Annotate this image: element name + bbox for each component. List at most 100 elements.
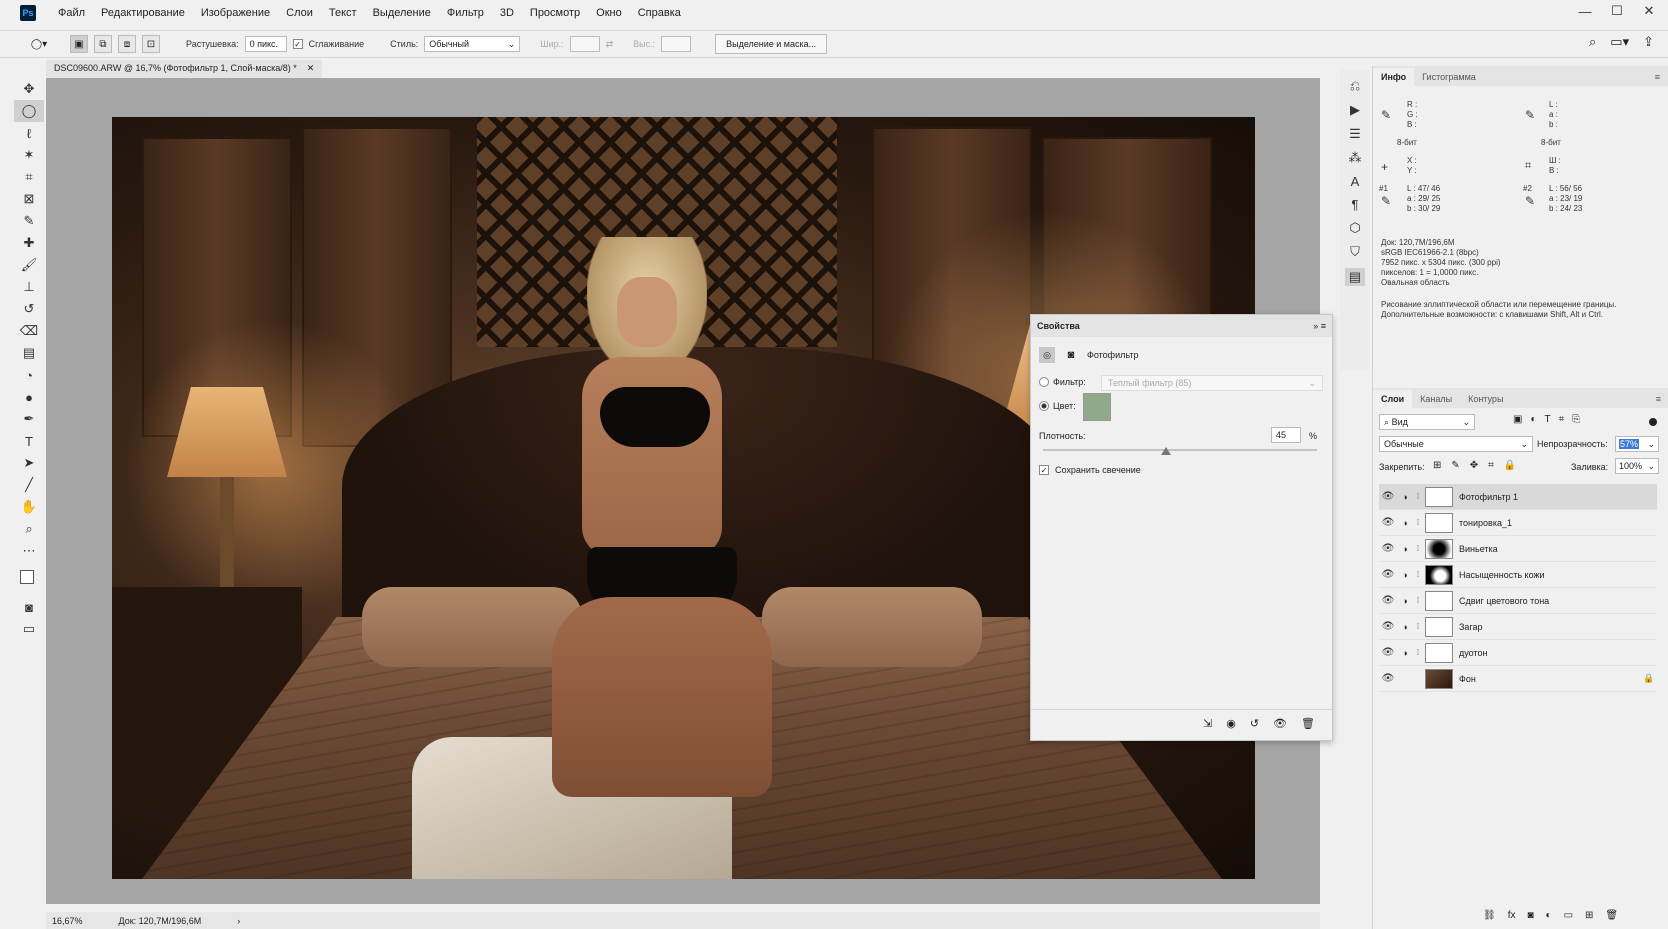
lock-position-icon[interactable]: ✥ — [1470, 460, 1478, 471]
lock-artboard-icon[interactable]: ⌗ — [1488, 460, 1494, 471]
photo-filter-icon[interactable]: ◎ — [1039, 347, 1055, 363]
menu-file[interactable]: Файл — [50, 0, 93, 26]
reset-icon[interactable]: ↺ — [1250, 717, 1259, 730]
healing-brush-tool-icon[interactable]: ✚ — [14, 232, 44, 254]
menu-help[interactable]: Справка — [630, 0, 689, 26]
gradient-tool-icon[interactable]: ▤ — [14, 342, 44, 364]
preserve-luminosity-checkbox[interactable]: ✓ — [1039, 465, 1049, 475]
panel-menu-icon[interactable]: ≡ — [1321, 321, 1326, 331]
maximize-icon[interactable]: ☐ — [1606, 3, 1628, 19]
properties-icon[interactable]: ▤ — [1344, 268, 1366, 286]
blur-tool-icon[interactable]: ◔ — [14, 364, 44, 386]
menu-layers[interactable]: Слои — [278, 0, 321, 26]
layer-mask-thumbnail[interactable] — [1425, 616, 1453, 637]
feather-input[interactable]: 0 пикс. — [244, 36, 287, 52]
eye-visibility-icon[interactable]: 👁 — [1379, 517, 1397, 528]
layer-row[interactable]: 👁 ◑ ⁞ Фотофильтр 1 — [1379, 484, 1657, 510]
antialias-checkbox[interactable]: ✓ — [292, 39, 303, 49]
clip-to-layer-icon[interactable]: ⇲ — [1203, 717, 1212, 730]
tab-channels[interactable]: Каналы — [1412, 390, 1460, 408]
layer-filter-select[interactable]: ⌕ Вид ⌄ — [1379, 414, 1475, 430]
height-input[interactable] — [661, 36, 692, 52]
blend-mode-select[interactable]: Обычные ⌄ — [1379, 436, 1533, 452]
adjustments-icon[interactable]: ☰ — [1349, 126, 1361, 142]
menu-text[interactable]: Текст — [321, 0, 365, 26]
type-tool-icon[interactable]: T — [14, 430, 44, 452]
new-group-icon[interactable]: ▭ — [1564, 910, 1573, 921]
path-selection-tool-icon[interactable]: ➤ — [14, 452, 44, 474]
elliptical-marquee-tool-icon[interactable]: ◯ — [14, 100, 44, 122]
density-slider-thumb[interactable] — [1161, 447, 1172, 455]
smart-object-filter-icon[interactable]: ⎘ — [1572, 414, 1580, 425]
more-tools-icon[interactable]: ⋯ — [14, 540, 44, 562]
eye-visibility-icon[interactable]: 👁 — [1379, 647, 1397, 658]
delete-layer-icon[interactable]: 🗑 — [1605, 910, 1618, 921]
3d-cube-icon[interactable]: ⬡ — [1349, 220, 1360, 236]
clone-stamp-tool-icon[interactable]: ⊥ — [14, 276, 44, 298]
color-radio[interactable] — [1039, 401, 1049, 411]
select-and-mask-button[interactable]: Выделение и маска... — [715, 34, 828, 54]
menu-view[interactable]: Просмотр — [522, 0, 588, 26]
lasso-tool-icon[interactable]: ℓ — [14, 122, 44, 144]
document-tab[interactable]: DSC09600.ARW @ 16,7% (Фотофильтр 1, Слой… — [46, 60, 323, 78]
mask-link-icon[interactable]: ⁞ — [1413, 648, 1423, 657]
tab-info[interactable]: Инфо — [1373, 68, 1415, 86]
eye-visibility-icon[interactable]: 👁 — [1379, 595, 1397, 606]
type-filter-icon[interactable]: T — [1545, 414, 1551, 425]
mask-link-icon[interactable]: ⁞ — [1413, 570, 1423, 579]
menu-filter[interactable]: Фильтр — [439, 0, 492, 26]
panel-menu-icon[interactable]: ≡ — [1647, 68, 1668, 86]
close-icon[interactable]: ✕ — [1638, 3, 1660, 19]
actions-play-icon[interactable]: ▶ — [1350, 102, 1360, 118]
pen-tool-icon[interactable]: ✒ — [14, 408, 44, 430]
history-icon[interactable]: ⎌ — [1350, 78, 1360, 94]
layer-row[interactable]: 👁 ◑ ⁞ дуотон — [1379, 640, 1657, 666]
layer-mask-thumbnail[interactable] — [1425, 642, 1453, 663]
layer-row[interactable]: 👁 Фон 🔒 — [1379, 666, 1657, 692]
mask-link-icon[interactable]: ⁞ — [1413, 622, 1423, 631]
pixel-filter-icon[interactable]: ▣ — [1513, 414, 1522, 425]
eye-visibility-icon[interactable]: 👁 — [1379, 569, 1397, 580]
paragraph-icon[interactable]: ¶ — [1352, 197, 1359, 212]
eye-visibility-icon[interactable]: 👁 — [1379, 673, 1397, 684]
lock-transparency-icon[interactable]: ⊞ — [1433, 460, 1441, 471]
share-icon[interactable]: ⇪ — [1643, 34, 1654, 50]
mask-link-icon[interactable]: ⁞ — [1413, 596, 1423, 605]
shape-filter-icon[interactable]: ⌗ — [1559, 414, 1565, 425]
layer-mask-thumbnail[interactable] — [1425, 486, 1453, 507]
frame-tool-icon[interactable]: ⊠ — [14, 188, 44, 210]
layer-thumbnail[interactable] — [1425, 668, 1453, 689]
add-mask-icon[interactable]: ◙ — [1527, 910, 1533, 921]
brush-tool-icon[interactable]: 🖌 — [14, 254, 44, 276]
layer-mask-thumbnail[interactable] — [1425, 512, 1453, 533]
layer-row[interactable]: 👁 ◑ ⁞ Сдвиг цветового тона — [1379, 588, 1657, 614]
layer-row[interactable]: 👁 ◑ ⁞ Загар — [1379, 614, 1657, 640]
search-icon[interactable]: ⌕ — [1589, 34, 1596, 50]
panel-menu-icon[interactable]: ≡ — [1648, 390, 1668, 408]
eraser-tool-icon[interactable]: ⌫ — [14, 320, 44, 342]
new-adjustment-icon[interactable]: ◐ — [1546, 910, 1552, 921]
brush-settings-icon[interactable]: ⁂ — [1349, 150, 1362, 166]
link-layers-icon[interactable]: ⛓ — [1483, 910, 1496, 921]
layer-mask-thumbnail[interactable] — [1425, 564, 1453, 585]
filter-color-swatch[interactable] — [1083, 393, 1111, 421]
glyphs-icon[interactable]: ⛉ — [1350, 244, 1360, 260]
density-slider-track[interactable] — [1043, 449, 1317, 451]
layer-mask-thumbnail[interactable] — [1425, 590, 1453, 611]
new-selection-icon[interactable]: ▣ — [70, 35, 88, 53]
character-icon[interactable]: A — [1351, 174, 1360, 189]
new-layer-icon[interactable]: ⊞ — [1585, 910, 1593, 921]
chevron-right-icon[interactable]: › — [237, 916, 240, 926]
menu-select[interactable]: Выделение — [365, 0, 439, 26]
tab-histogram[interactable]: Гистограмма — [1414, 68, 1484, 86]
mask-link-icon[interactable]: ⁞ — [1413, 518, 1423, 527]
line-tool-icon[interactable]: ╱ — [14, 474, 44, 496]
crop-tool-icon[interactable]: ⌗ — [14, 166, 44, 188]
layer-row[interactable]: 👁 ◑ ⁞ тонировка_1 — [1379, 510, 1657, 536]
eye-visibility-icon[interactable]: 👁 — [1379, 621, 1397, 632]
lock-image-icon[interactable]: ✎ — [1451, 460, 1459, 471]
width-input[interactable] — [569, 36, 600, 52]
menu-edit[interactable]: Редактирование — [93, 0, 193, 26]
tab-paths[interactable]: Контуры — [1460, 390, 1511, 408]
mask-link-icon[interactable]: ⁞ — [1413, 544, 1423, 553]
